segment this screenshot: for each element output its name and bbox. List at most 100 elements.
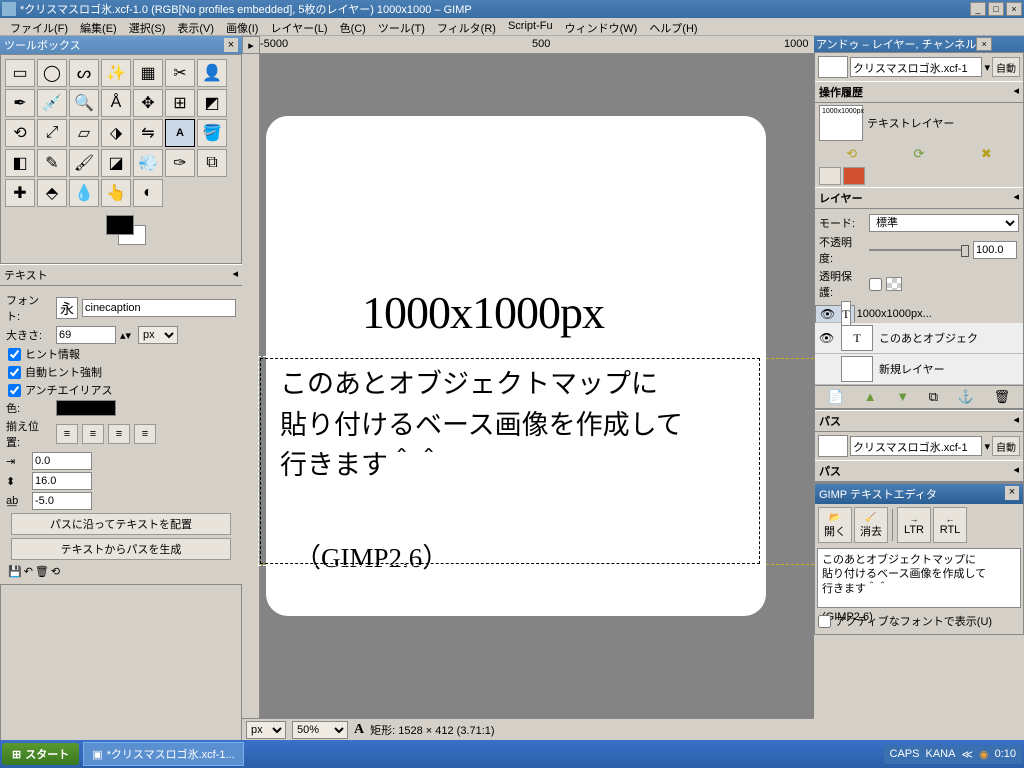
rect-select-tool[interactable]: ▭ xyxy=(5,59,35,87)
visibility-icon[interactable]: 👁 xyxy=(820,307,835,321)
menu-window[interactable]: ウィンドウ(W) xyxy=(559,18,644,35)
menu-help[interactable]: ヘルプ(H) xyxy=(643,18,703,35)
autohint-checkbox[interactable] xyxy=(8,366,21,379)
measure-tool[interactable]: Å xyxy=(101,89,131,117)
zoom-tool[interactable]: 🔍 xyxy=(69,89,99,117)
history-item[interactable]: 1000x1000px テキストレイヤー xyxy=(815,103,1023,143)
visibility-icon[interactable]: 👁 xyxy=(819,331,835,345)
collapse-icon[interactable]: ◂ xyxy=(1013,84,1019,100)
menu-file[interactable]: ファイル(F) xyxy=(4,18,74,35)
dropdown-icon[interactable]: ▾ xyxy=(984,61,990,74)
raise-layer-icon[interactable]: ▲ xyxy=(864,389,877,405)
editor-clear-button[interactable]: 🧹消去 xyxy=(854,507,888,543)
opacity-input[interactable] xyxy=(973,241,1017,259)
scale-tool[interactable]: ⤢ xyxy=(37,119,67,147)
undo-icon[interactable]: ⟲ xyxy=(846,146,857,162)
lock-alpha-checkbox[interactable] xyxy=(869,278,882,291)
menu-edit[interactable]: 編集(E) xyxy=(74,18,123,35)
crop-tool[interactable]: ◩ xyxy=(197,89,227,117)
auto-button[interactable]: 自動 xyxy=(992,57,1020,77)
hinting-checkbox[interactable] xyxy=(8,348,21,361)
scissors-tool[interactable]: ✂ xyxy=(165,59,195,87)
dock-close-icon[interactable]: × xyxy=(976,37,992,51)
save-options-icon[interactable]: 💾 xyxy=(8,565,22,578)
menu-color[interactable]: 色(C) xyxy=(334,18,372,35)
fg-bg-colors[interactable] xyxy=(96,215,146,251)
start-button[interactable]: ⊞ スタート xyxy=(2,743,79,765)
justify-center-button[interactable]: ≡ xyxy=(108,424,130,444)
menu-scriptfu[interactable]: Script-Fu xyxy=(502,18,559,35)
image-thumbnail[interactable] xyxy=(818,56,848,78)
layer-row[interactable]: 👁 T 1000x1000px... xyxy=(815,305,855,323)
image-thumbnail[interactable] xyxy=(818,435,848,457)
justify-right-button[interactable]: ≡ xyxy=(82,424,104,444)
reset-options-icon[interactable]: ⟲ xyxy=(51,565,60,578)
delete-options-icon[interactable]: 🗑 xyxy=(35,565,49,578)
auto-button[interactable]: 自動 xyxy=(992,436,1020,456)
layer-row[interactable]: 新規レイヤー xyxy=(815,354,1023,385)
editor-open-button[interactable]: 📂開く xyxy=(818,507,852,543)
font-name-input[interactable] xyxy=(82,299,236,317)
system-tray[interactable]: CAPS KANA ≪ ◉ 0:10 xyxy=(884,745,1022,764)
text-editor-close-icon[interactable]: × xyxy=(1005,486,1019,500)
ruler-menu-icon[interactable]: ▸ xyxy=(242,36,260,54)
dropdown-icon[interactable]: ▾ xyxy=(984,440,990,453)
blur-tool[interactable]: 💧 xyxy=(69,179,99,207)
vertical-ruler[interactable] xyxy=(242,54,260,750)
menu-filters[interactable]: フィルタ(R) xyxy=(431,18,502,35)
toolbox-close-icon[interactable]: × xyxy=(224,38,238,52)
ink-tool[interactable]: ✑ xyxy=(165,149,195,177)
redo-icon[interactable]: ⟳ xyxy=(914,146,925,162)
perspective-tool[interactable]: ⬗ xyxy=(101,119,131,147)
opacity-slider[interactable] xyxy=(869,243,969,257)
fuzzy-select-tool[interactable]: ✨ xyxy=(101,59,131,87)
path-from-text-button[interactable]: テキストからパスを生成 xyxy=(11,538,232,560)
indent-input[interactable] xyxy=(32,452,92,470)
blend-tool[interactable]: ◧ xyxy=(5,149,35,177)
text-editor-textarea[interactable]: このあとオブジェクトマップに 貼り付けるベース画像を作成して 行きます＾＾ (G… xyxy=(817,548,1021,608)
heal-tool[interactable]: ✚ xyxy=(5,179,35,207)
shear-tool[interactable]: ▱ xyxy=(69,119,99,147)
menu-layer[interactable]: レイヤー(L) xyxy=(264,18,333,35)
editor-rtl-button[interactable]: ←RTL xyxy=(933,507,967,543)
flip-tool[interactable]: ⇋ xyxy=(133,119,163,147)
tray-icon[interactable]: ◉ xyxy=(979,748,989,761)
clone-tool[interactable]: ⧉ xyxy=(197,149,227,177)
clear-history-icon[interactable]: ✖ xyxy=(981,146,992,162)
restore-options-icon[interactable]: ↶ xyxy=(24,565,33,578)
align-tool[interactable]: ⊞ xyxy=(165,89,195,117)
letter-spacing-input[interactable] xyxy=(32,492,92,510)
size-input[interactable] xyxy=(56,326,116,344)
eraser-tool[interactable]: ◪ xyxy=(101,149,131,177)
horizontal-ruler[interactable]: -500 0 500 1000 xyxy=(260,36,814,54)
unit-select[interactable]: px xyxy=(246,721,286,739)
by-color-select-tool[interactable]: ▦ xyxy=(133,59,163,87)
airbrush-tool[interactable]: 💨 xyxy=(133,149,163,177)
text-along-path-button[interactable]: パスに沿ってテキストを配置 xyxy=(11,513,232,535)
anchor-layer-icon[interactable]: ⚓ xyxy=(958,389,974,405)
menu-select[interactable]: 選択(S) xyxy=(123,18,172,35)
layers-tab[interactable] xyxy=(819,167,841,185)
zoom-select[interactable]: 50% xyxy=(292,721,348,739)
justify-fill-button[interactable]: ≡ xyxy=(134,424,156,444)
text-tool[interactable]: A xyxy=(165,119,195,147)
paintbrush-tool[interactable]: 🖌 xyxy=(69,149,99,177)
editor-ltr-button[interactable]: →LTR xyxy=(897,507,931,543)
move-tool[interactable]: ✥ xyxy=(133,89,163,117)
channels-tab[interactable] xyxy=(843,167,865,185)
color-picker-tool[interactable]: 💉 xyxy=(37,89,67,117)
antialias-checkbox[interactable] xyxy=(8,384,21,397)
dodge-burn-tool[interactable]: ◐ xyxy=(133,179,163,207)
bucket-fill-tool[interactable]: 🪣 xyxy=(197,119,227,147)
justify-left-button[interactable]: ≡ xyxy=(56,424,78,444)
taskbar-item[interactable]: ▣ *クリスマスロゴ氷.xcf-1... xyxy=(83,742,243,766)
menu-tools[interactable]: ツール(T) xyxy=(372,18,431,35)
pencil-tool[interactable]: ✎ xyxy=(37,149,67,177)
close-button[interactable]: × xyxy=(1006,2,1022,16)
smudge-tool[interactable]: 👆 xyxy=(101,179,131,207)
new-layer-icon[interactable]: 📄 xyxy=(828,389,844,405)
maximize-button[interactable]: □ xyxy=(988,2,1004,16)
perspective-clone-tool[interactable]: ⬘ xyxy=(37,179,67,207)
image-select-dropdown[interactable]: クリスマスロゴ氷.xcf-1 xyxy=(850,436,982,456)
line-spacing-input[interactable] xyxy=(32,472,92,490)
